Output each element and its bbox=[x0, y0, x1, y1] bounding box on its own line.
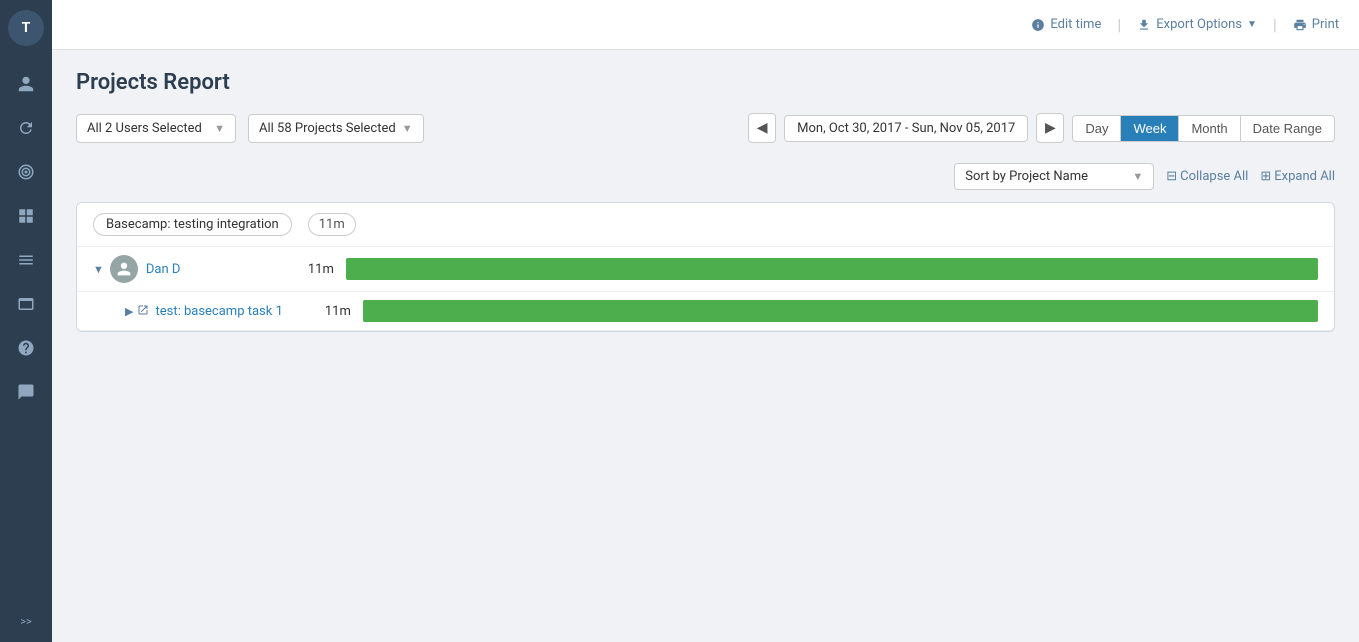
sidebar-item-grid[interactable] bbox=[8, 198, 44, 234]
collapse-all-btn[interactable]: ⊟ Collapse All bbox=[1166, 169, 1248, 184]
task-row: ▶ test: basecamp task 1 11m bbox=[77, 292, 1334, 331]
expand-label: Expand All bbox=[1274, 169, 1335, 184]
user-time: 11m bbox=[266, 262, 346, 277]
sidebar: T >> bbox=[0, 0, 52, 642]
projects-dropdown-label: All 58 Projects Selected bbox=[259, 121, 396, 136]
export-options-label: Export Options bbox=[1156, 17, 1242, 32]
date-view-buttons: Day Week Month Date Range bbox=[1072, 115, 1335, 142]
users-dropdown-arrow: ▼ bbox=[214, 122, 225, 135]
week-view-btn[interactable]: Week bbox=[1121, 116, 1179, 141]
users-dropdown-label: All 2 Users Selected bbox=[87, 121, 202, 136]
sidebar-item-help[interactable] bbox=[8, 330, 44, 366]
day-view-btn[interactable]: Day bbox=[1073, 116, 1121, 141]
sort-row: Sort by Project Name ▼ ⊟ Collapse All ⊞ … bbox=[76, 163, 1335, 190]
date-range-view-btn[interactable]: Date Range bbox=[1241, 116, 1334, 141]
sidebar-bottom: >> bbox=[16, 611, 36, 632]
sidebar-item-card[interactable] bbox=[8, 286, 44, 322]
date-range-display: Mon, Oct 30, 2017 - Sun, Nov 05, 2017 bbox=[784, 115, 1028, 142]
topbar-divider2: | bbox=[1273, 15, 1277, 34]
report-table: Basecamp: testing integration 11m ▼ Dan … bbox=[76, 202, 1335, 332]
task-time: 11m bbox=[283, 304, 363, 319]
expand-icon: ⊞ bbox=[1260, 169, 1271, 184]
collapse-icon: ⊟ bbox=[1166, 169, 1177, 184]
edit-time-label: Edit time bbox=[1050, 17, 1101, 32]
export-options-btn[interactable]: Export Options ▼ bbox=[1137, 17, 1257, 32]
sidebar-item-person[interactable] bbox=[8, 66, 44, 102]
project-total-time: 11m bbox=[308, 213, 356, 236]
edit-time-btn[interactable]: Edit time bbox=[1031, 17, 1101, 32]
prev-date-btn[interactable]: ◀ bbox=[748, 113, 776, 143]
next-date-btn[interactable]: ▶ bbox=[1036, 113, 1064, 143]
sort-dropdown-arrow: ▼ bbox=[1132, 170, 1143, 183]
user-time-bar bbox=[346, 258, 1318, 280]
topbar: Edit time | Export Options ▼ | Print bbox=[52, 0, 1359, 50]
project-header-row: Basecamp: testing integration 11m bbox=[77, 203, 1334, 247]
users-dropdown[interactable]: All 2 Users Selected ▼ bbox=[76, 114, 236, 143]
logo-text: T bbox=[22, 20, 31, 36]
print-btn[interactable]: Print bbox=[1293, 17, 1339, 32]
user-row: ▼ Dan D 11m bbox=[77, 247, 1334, 292]
task-link-icon bbox=[137, 304, 149, 319]
sidebar-item-list[interactable] bbox=[8, 242, 44, 278]
task-time-bar bbox=[363, 300, 1318, 322]
user-avatar bbox=[110, 255, 138, 283]
main-content: Edit time | Export Options ▼ | Print Pro… bbox=[52, 0, 1359, 642]
sidebar-expand-btn[interactable]: >> bbox=[16, 611, 36, 632]
sidebar-logo[interactable]: T bbox=[8, 10, 44, 46]
user-name[interactable]: Dan D bbox=[146, 262, 266, 277]
project-name-badge: Basecamp: testing integration bbox=[93, 213, 292, 236]
page-title: Projects Report bbox=[76, 70, 1335, 95]
task-expand-btn[interactable]: ▶ bbox=[125, 305, 133, 318]
topbar-divider1: | bbox=[1117, 15, 1121, 34]
print-label: Print bbox=[1312, 17, 1339, 32]
projects-dropdown[interactable]: All 58 Projects Selected ▼ bbox=[248, 114, 424, 143]
sort-dropdown[interactable]: Sort by Project Name ▼ bbox=[954, 163, 1154, 190]
filter-row: All 2 Users Selected ▼ All 58 Projects S… bbox=[76, 113, 1335, 143]
sidebar-item-chat[interactable] bbox=[8, 374, 44, 410]
projects-dropdown-arrow: ▼ bbox=[402, 122, 413, 135]
content-area: Projects Report All 2 Users Selected ▼ A… bbox=[52, 50, 1359, 642]
task-name[interactable]: test: basecamp task 1 bbox=[155, 304, 282, 319]
task-bar-cell bbox=[363, 300, 1318, 322]
sidebar-item-refresh[interactable] bbox=[8, 110, 44, 146]
sidebar-item-target[interactable] bbox=[8, 154, 44, 190]
collapse-label: Collapse All bbox=[1180, 169, 1248, 184]
user-collapse-btn[interactable]: ▼ bbox=[93, 263, 104, 276]
month-view-btn[interactable]: Month bbox=[1179, 116, 1240, 141]
date-navigation: ◀ Mon, Oct 30, 2017 - Sun, Nov 05, 2017 … bbox=[748, 113, 1335, 143]
sort-dropdown-label: Sort by Project Name bbox=[965, 169, 1088, 184]
expand-all-btn[interactable]: ⊞ Expand All bbox=[1260, 169, 1335, 184]
user-bar-cell bbox=[346, 258, 1318, 280]
